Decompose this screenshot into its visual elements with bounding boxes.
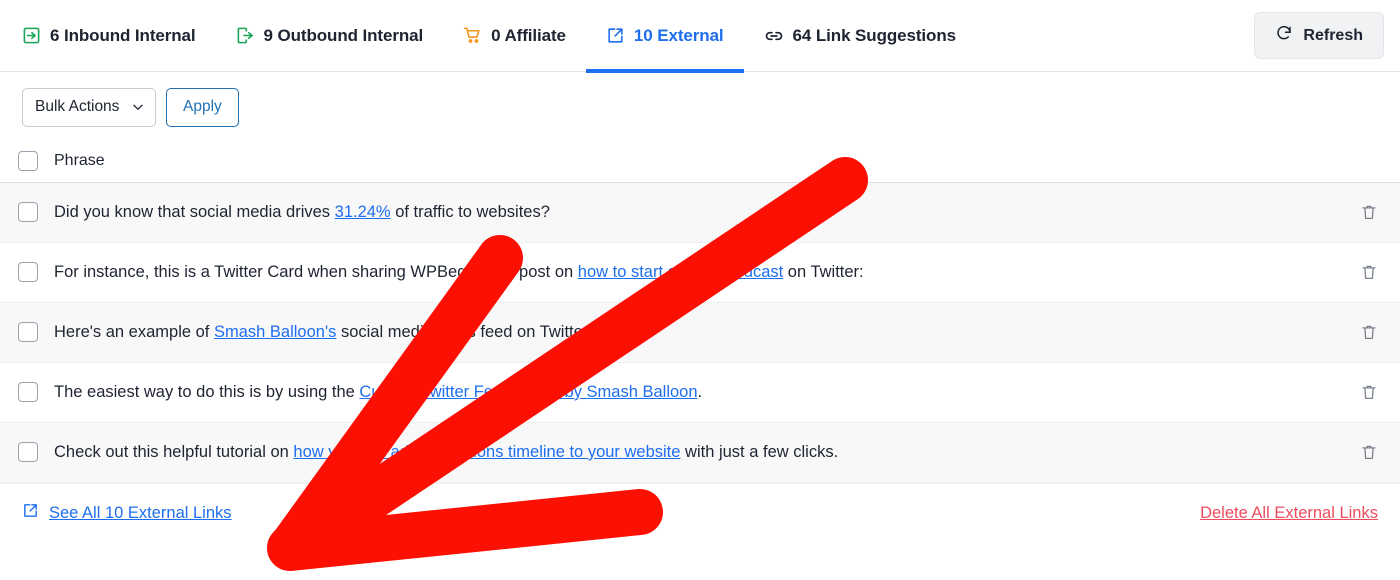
table-row: The easiest way to do this is by using t…	[0, 362, 1400, 423]
trash-icon[interactable]	[1360, 203, 1378, 221]
delete-all-external-links-link[interactable]: Delete All External Links	[1200, 504, 1378, 522]
table-row: For instance, this is a Twitter Card whe…	[0, 242, 1400, 303]
trash-icon[interactable]	[1360, 323, 1378, 341]
trash-icon[interactable]	[1360, 443, 1378, 461]
row-phrase-text: Here's an example of	[54, 322, 214, 341]
trash-icon[interactable]	[1360, 263, 1378, 281]
tab-inbound-internal[interactable]: 6 Inbound Internal	[0, 0, 216, 72]
table-footer: See All 10 External Links Delete All Ext…	[0, 482, 1400, 543]
row-phrase: Here's an example of Smash Balloon's soc…	[54, 323, 1360, 342]
row-phrase-text: The easiest way to do this is by using t…	[54, 382, 360, 401]
tab-bar: 6 Inbound Internal 9 Outbound Internal 0…	[0, 0, 1400, 73]
row-phrase: The easiest way to do this is by using t…	[54, 383, 1360, 402]
table-body: Did you know that social media drives 31…	[0, 182, 1400, 483]
delete-all-links-wrap: Delete All External Links	[1200, 504, 1378, 523]
shopping-cart-icon	[463, 26, 482, 45]
row-phrase-link[interactable]: Custom Twitter Feed plugin by Smash Ball…	[359, 383, 697, 401]
tab-affiliate-label: 0 Affiliate	[491, 25, 566, 45]
bulk-actions-select-wrap: Bulk Actions	[22, 88, 156, 127]
row-checkbox[interactable]	[18, 322, 38, 343]
row-checkbox[interactable]	[18, 382, 38, 403]
see-all-links-wrap: See All 10 External Links	[22, 502, 232, 524]
tab-external[interactable]: 10 External	[585, 0, 744, 73]
chain-link-icon	[764, 26, 784, 46]
refresh-icon	[1275, 24, 1293, 47]
row-phrase-text: with just a few clicks.	[680, 442, 839, 461]
select-all-checkbox[interactable]	[18, 151, 38, 172]
arrow-into-box-icon	[22, 26, 41, 45]
row-checkbox[interactable]	[18, 262, 38, 283]
tab-external-label: 10 External	[633, 25, 724, 45]
table-row: Here's an example of Smash Balloon's soc…	[0, 302, 1400, 363]
table-row: Did you know that social media drives 31…	[0, 182, 1400, 243]
row-phrase-link[interactable]: how you can add a mentions timeline to y…	[293, 443, 680, 461]
tab-outbound-internal[interactable]: 9 Outbound Internal	[216, 0, 444, 72]
apply-button[interactable]: Apply	[166, 88, 239, 127]
refresh-button-wrap: Refresh	[1254, 12, 1400, 59]
tab-link-suggestions[interactable]: 64 Link Suggestions	[744, 0, 976, 72]
row-phrase-link[interactable]: Smash Balloon's	[214, 323, 336, 341]
refresh-button-label: Refresh	[1303, 26, 1363, 44]
row-phrase-link[interactable]: how to start a video podcast	[578, 263, 783, 281]
row-phrase-link[interactable]: 31.24%	[335, 203, 391, 221]
column-header-phrase: Phrase	[54, 152, 105, 170]
tab-list: 6 Inbound Internal 9 Outbound Internal 0…	[0, 0, 1254, 73]
row-phrase: Check out this helpful tutorial on how y…	[54, 443, 1360, 462]
tab-outbound-internal-label: 9 Outbound Internal	[263, 25, 424, 45]
row-phrase-text: of traffic to websites?	[390, 202, 550, 221]
table-header-row: Phrase	[0, 141, 1400, 183]
row-phrase: Did you know that social media drives 31…	[54, 203, 1360, 222]
row-checkbox[interactable]	[18, 202, 38, 223]
external-link-icon	[22, 502, 39, 524]
row-phrase-text: on Twitter:	[783, 262, 864, 281]
external-link-icon	[606, 26, 625, 45]
arrow-out-of-box-icon	[236, 26, 255, 45]
bulk-actions-toolbar: Bulk Actions Apply	[0, 72, 1400, 141]
trash-icon[interactable]	[1360, 383, 1378, 401]
links-table: Phrase Did you know that social media dr…	[0, 141, 1400, 483]
tab-affiliate[interactable]: 0 Affiliate	[443, 0, 586, 72]
bulk-actions-select[interactable]: Bulk Actions	[22, 88, 156, 127]
row-checkbox[interactable]	[18, 442, 38, 463]
see-all-external-links-link[interactable]: See All 10 External Links	[49, 504, 232, 523]
tab-link-suggestions-label: 64 Link Suggestions	[792, 25, 957, 45]
row-phrase-text: .	[697, 382, 703, 401]
row-phrase-text: For instance, this is a Twitter Card whe…	[54, 262, 578, 281]
row-phrase-text: social media news feed on Twitter:	[336, 322, 593, 341]
row-phrase-text: Did you know that social media drives	[54, 202, 335, 221]
row-phrase-text: Check out this helpful tutorial on	[54, 442, 294, 461]
tab-inbound-internal-label: 6 Inbound Internal	[50, 25, 196, 45]
refresh-button[interactable]: Refresh	[1254, 12, 1384, 59]
row-phrase: For instance, this is a Twitter Card whe…	[54, 263, 1360, 282]
table-row: Check out this helpful tutorial on how y…	[0, 422, 1400, 483]
